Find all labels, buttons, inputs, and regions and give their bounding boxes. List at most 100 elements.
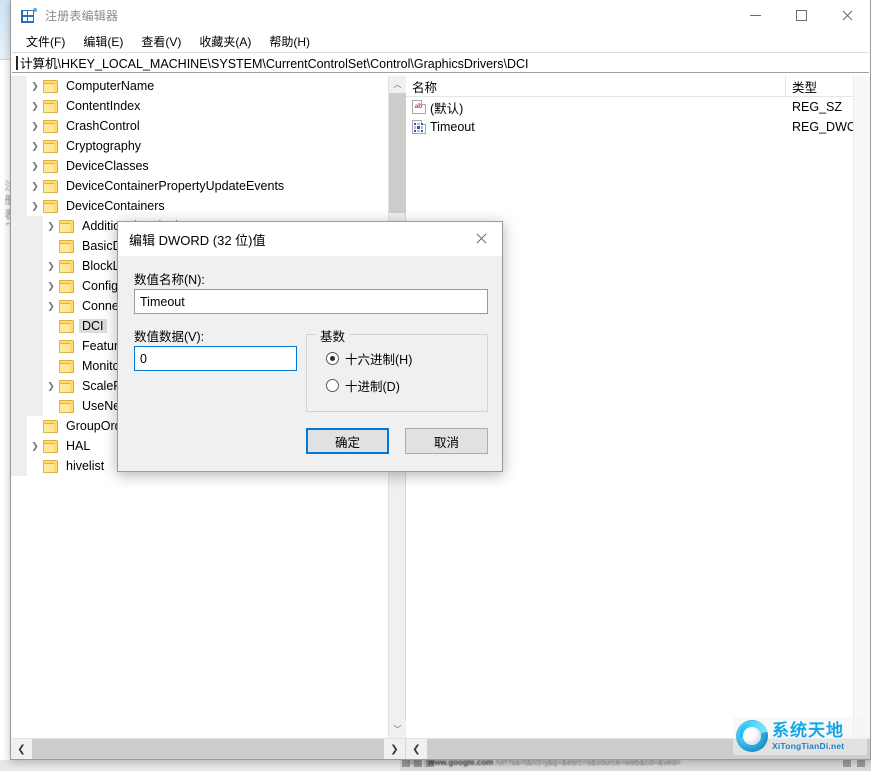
titlebar[interactable]: 注册表编辑器 xyxy=(11,0,870,31)
value-name-label: 数值名称(N): xyxy=(134,269,205,288)
tree-item-label: Cryptography xyxy=(63,139,144,153)
tree-indent-guide xyxy=(11,216,27,236)
tree-leaf-spacer xyxy=(43,336,59,356)
tree-hscroll-thumb[interactable] xyxy=(32,739,384,759)
string-value-icon: ab xyxy=(412,100,426,114)
tree-horizontal-scrollbar[interactable]: ❮ ❯ xyxy=(11,738,405,759)
watermark-logo-icon xyxy=(736,720,768,752)
menu-view[interactable]: 查看(V) xyxy=(132,31,190,52)
edit-dword-dialog: 编辑 DWORD (32 位)值 数值名称(N): 数值数据(V): 基数 十六… xyxy=(117,221,503,472)
value-name: Timeout xyxy=(430,120,475,134)
tree-indent-guide xyxy=(11,116,27,136)
radio-decimal[interactable]: 十进制(D) xyxy=(326,376,400,395)
tree-indent-guide xyxy=(27,236,43,256)
chevron-right-icon[interactable]: ❯ xyxy=(27,176,43,196)
chevron-right-icon[interactable]: ❯ xyxy=(27,136,43,156)
dialog-close-button[interactable] xyxy=(460,222,502,256)
folder-icon xyxy=(43,100,58,113)
tree-item[interactable]: ❯ ContentIndex xyxy=(11,96,388,116)
folder-icon xyxy=(43,160,58,173)
chevron-right-icon[interactable]: ❯ xyxy=(27,436,43,456)
menu-help[interactable]: 帮助(H) xyxy=(260,31,319,52)
tree-item-label: ContentIndex xyxy=(63,99,143,113)
folder-icon xyxy=(43,460,58,473)
chevron-right-icon[interactable]: ❯ xyxy=(43,256,59,276)
tree-scroll-left-button[interactable]: ❮ xyxy=(11,739,32,759)
address-bar[interactable]: 计算机\HKEY_LOCAL_MACHINE\SYSTEM\CurrentCon… xyxy=(12,52,869,73)
value-row[interactable]: ab(默认)REG_SZ xyxy=(406,97,870,117)
menu-file[interactable]: 文件(F) xyxy=(17,31,74,52)
tree-leaf-spacer xyxy=(27,416,43,436)
tree-scroll-up-button[interactable]: ︿ xyxy=(389,76,406,93)
tree-indent-guide xyxy=(11,356,27,376)
tree-item[interactable]: ❯ComputerName xyxy=(11,76,388,96)
tree-indent-guide xyxy=(11,96,27,116)
value-name-input[interactable] xyxy=(134,289,488,314)
registry-editor-window: 注册表编辑器 文件(F) 编辑(E) 查看(V) 收藏夹(A) 帮助(H) 计算… xyxy=(10,0,871,760)
menu-favorites[interactable]: 收藏夹(A) xyxy=(190,31,260,52)
tree-scroll-down-button[interactable]: ﹀ xyxy=(389,721,406,738)
tree-item-label: DeviceContainerPropertyUpdateEvents xyxy=(63,179,287,193)
menubar: 文件(F) 编辑(E) 查看(V) 收藏夹(A) 帮助(H) xyxy=(11,31,870,52)
tree-item[interactable]: ❯DeviceContainers xyxy=(11,196,388,216)
tree-item-label: DCI xyxy=(79,319,107,333)
folder-icon xyxy=(43,200,58,213)
radio-hexadecimal[interactable]: 十六进制(H) xyxy=(326,349,412,368)
text-caret xyxy=(16,56,18,70)
dialog-titlebar[interactable]: 编辑 DWORD (32 位)值 xyxy=(118,222,502,256)
tree-item[interactable]: ❯ DeviceContainerPropertyUpdateEvents xyxy=(11,176,388,196)
value-name-cell: ab (默认) xyxy=(406,98,786,117)
tree-indent-guide xyxy=(11,416,27,436)
tree-indent-guide xyxy=(11,316,27,336)
chevron-right-icon[interactable]: ❯ xyxy=(43,276,59,296)
folder-icon xyxy=(59,400,74,413)
ok-button[interactable]: 确定 xyxy=(306,428,389,454)
tree-indent-guide xyxy=(11,196,27,216)
tree-indent-guide xyxy=(27,276,43,296)
tree-item[interactable]: ❯ Cryptography xyxy=(11,136,388,156)
base-group-label: 基数 xyxy=(316,326,349,345)
folder-icon xyxy=(59,260,74,273)
values-vertical-scrollbar[interactable] xyxy=(853,76,870,738)
tree-leaf-spacer xyxy=(43,356,59,376)
value-name: (默认) xyxy=(430,98,463,117)
tree-item[interactable]: ❯DeviceClasses xyxy=(11,156,388,176)
minimize-button[interactable] xyxy=(732,0,778,31)
tree-indent-guide xyxy=(27,256,43,276)
tree-item[interactable]: ❯CrashControl xyxy=(11,116,388,136)
folder-icon xyxy=(59,360,74,373)
values-list[interactable]: ab(默认)REG_SZTimeoutREG_DWO xyxy=(406,97,870,137)
folder-icon xyxy=(59,320,74,333)
tree-leaf-spacer xyxy=(43,396,59,416)
chevron-right-icon[interactable]: ❯ xyxy=(27,96,43,116)
window-title: 注册表编辑器 xyxy=(45,7,118,24)
menu-edit[interactable]: 编辑(E) xyxy=(74,31,132,52)
tree-indent-guide xyxy=(27,316,43,336)
cancel-button[interactable]: 取消 xyxy=(405,428,488,454)
chevron-right-icon[interactable]: ❯ xyxy=(27,116,43,136)
chevron-right-icon[interactable]: ❯ xyxy=(27,76,43,96)
close-button[interactable] xyxy=(824,0,870,31)
tree-indent-guide xyxy=(11,296,27,316)
tree-scroll-thumb-top[interactable] xyxy=(389,93,406,213)
tree-item-label: hivelist xyxy=(63,459,107,473)
chevron-right-icon[interactable]: ❯ xyxy=(27,156,43,176)
tree-item-label: HAL xyxy=(63,439,93,453)
chevron-right-icon[interactable]: ❯ xyxy=(27,196,43,216)
window-controls xyxy=(732,0,870,31)
values-scroll-left-button[interactable]: ❮ xyxy=(406,739,427,759)
value-data-input[interactable] xyxy=(134,346,297,371)
maximize-button[interactable] xyxy=(778,0,824,31)
chevron-right-icon[interactable]: ❯ xyxy=(43,376,59,396)
chevron-right-icon[interactable]: ❯ xyxy=(43,216,59,236)
folder-icon xyxy=(59,340,74,353)
tree-indent-guide xyxy=(11,136,27,156)
tree-leaf-spacer xyxy=(27,456,43,476)
column-header-name[interactable]: 名称 xyxy=(406,76,786,96)
tree-scroll-right-button[interactable]: ❯ xyxy=(384,739,405,759)
folder-icon xyxy=(43,140,58,153)
watermark-text-en: XiTongTianDi.net xyxy=(772,742,844,751)
chevron-right-icon[interactable]: ❯ xyxy=(43,296,59,316)
address-path: 计算机\HKEY_LOCAL_MACHINE\SYSTEM\CurrentCon… xyxy=(20,53,528,72)
value-row[interactable]: TimeoutREG_DWO xyxy=(406,117,870,137)
